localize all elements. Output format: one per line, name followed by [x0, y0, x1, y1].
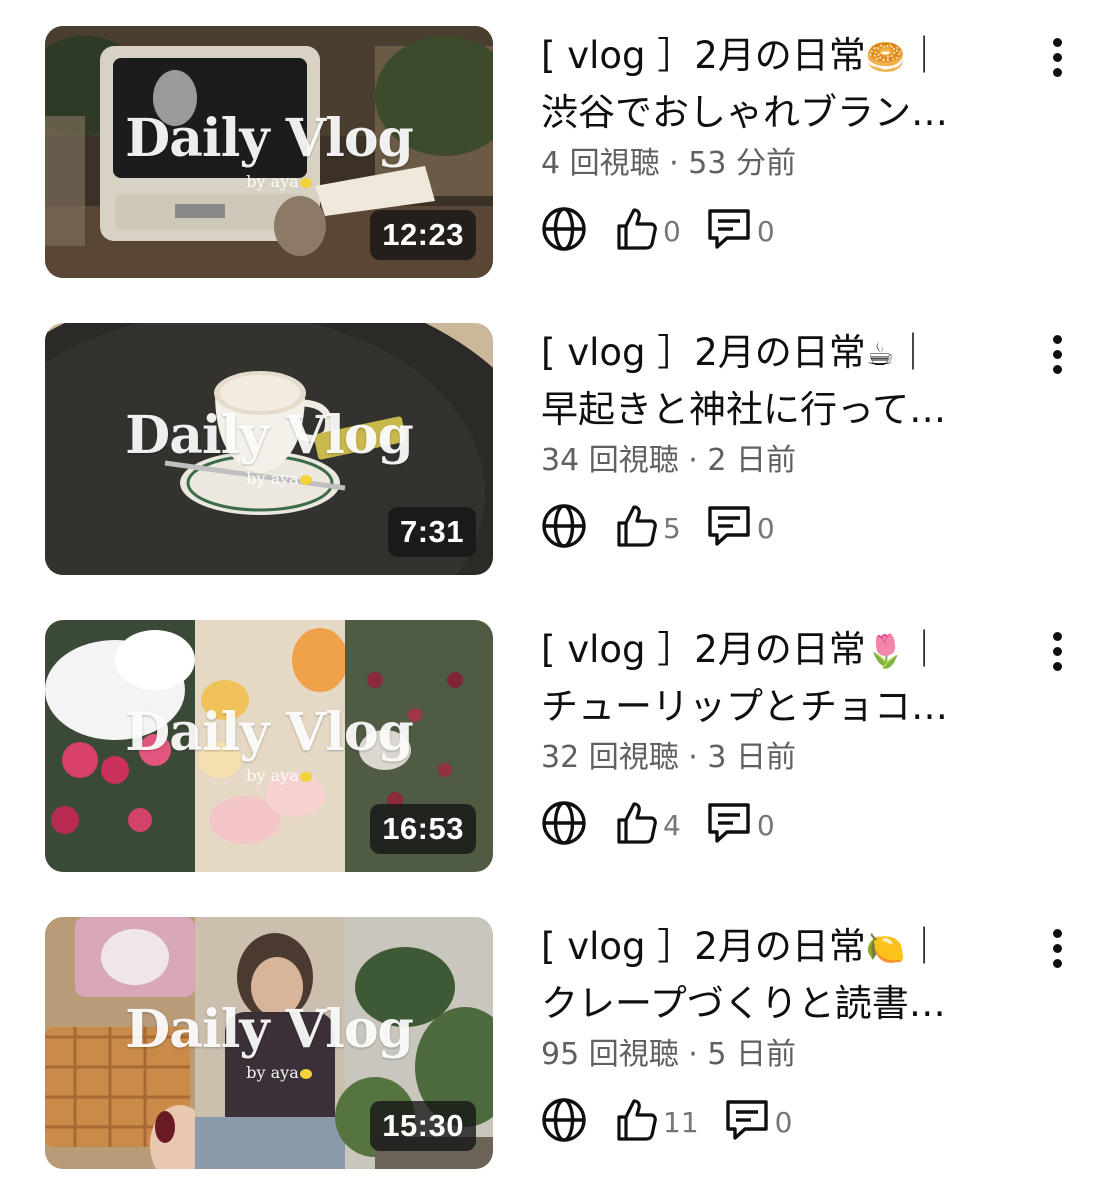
view-count: 95 回視聴: [541, 1037, 679, 1072]
kebab-menu-icon[interactable]: [1048, 632, 1066, 688]
like-count: 4: [663, 808, 681, 842]
title-line1: [ vlog ］2月の日常: [541, 925, 866, 968]
lemon-icon: [299, 475, 312, 485]
view-count: 4 回視聴: [541, 146, 660, 181]
title-line1: [ vlog ］2月の日常: [541, 34, 866, 77]
thumbnail-overlay-title: Daily Vlog: [125, 999, 414, 1060]
comment-count: 0: [774, 1105, 793, 1139]
video-meta: [ vlog ］2月の日常🌷｜ チューリップとチョコ… 32 回視聴 · 3 日…: [541, 622, 1011, 850]
comment-icon[interactable]: [705, 206, 753, 256]
title-line1: [ vlog ］2月の日常: [541, 628, 866, 671]
video-row[interactable]: Daily Vlog by aya 7:31 [ vlog ］2月の日常☕｜ 早…: [0, 323, 1102, 575]
duration-badge: 16:53: [370, 804, 476, 854]
globe-icon[interactable]: [541, 206, 587, 256]
lemon-icon: [299, 1069, 312, 1079]
like-count: 11: [663, 1105, 699, 1139]
overlay-sub-text: by aya: [246, 766, 299, 785]
upload-age: 5 日前: [707, 1037, 796, 1072]
title-line1: [ vlog ］2月の日常: [541, 331, 866, 374]
video-stats: 95 回視聴 · 5 日前: [541, 1035, 1011, 1075]
view-count: 34 回視聴: [541, 443, 679, 478]
thumbnail-overlay-subtitle: by aya: [45, 172, 493, 191]
video-stats: 4 回視聴 · 53 分前: [541, 144, 1011, 184]
video-thumbnail[interactable]: Daily Vlog by aya 12:23: [45, 26, 493, 278]
stat-separator: ·: [688, 740, 698, 775]
thumbnail-overlay-subtitle: by aya: [45, 1063, 493, 1082]
thumbnail-overlay-title: Daily Vlog: [125, 405, 414, 466]
comment-count: 0: [756, 511, 775, 545]
title-emoji: ☕: [865, 335, 895, 373]
video-row[interactable]: Daily Vlog by aya 12:23 [ vlog ］2月の日常🥯｜ …: [0, 26, 1102, 278]
comment-icon[interactable]: [723, 1097, 771, 1147]
thumbnail-overlay-subtitle: by aya: [45, 766, 493, 785]
like-count: 0: [663, 214, 681, 248]
title-separator: ｜: [905, 628, 943, 671]
video-actions: 0 0: [541, 206, 1011, 256]
thumbs-up-icon[interactable]: [615, 1097, 659, 1147]
title-emoji: 🌷: [865, 632, 906, 670]
duration-badge: 15:30: [370, 1101, 476, 1151]
video-actions: 5 0: [541, 503, 1011, 553]
title-line2: クレープづくりと読書…: [541, 982, 946, 1025]
title-separator: ｜: [894, 331, 932, 374]
kebab-menu-icon[interactable]: [1048, 38, 1066, 94]
thumbnail-overlay-subtitle: by aya: [45, 469, 493, 488]
video-meta: [ vlog ］2月の日常☕｜ 早起きと神社に行って… 34 回視聴 · 2 日…: [541, 325, 1011, 553]
lemon-icon: [299, 178, 312, 188]
title-emoji: 🥯: [865, 38, 906, 76]
kebab-menu-icon[interactable]: [1048, 929, 1066, 985]
globe-icon[interactable]: [541, 1097, 587, 1147]
globe-icon[interactable]: [541, 800, 587, 850]
video-title[interactable]: [ vlog ］2月の日常🍋｜ クレープづくりと読書…: [541, 919, 1011, 1032]
duration-badge: 7:31: [387, 507, 476, 557]
title-line2: 渋谷でおしゃれブラン…: [541, 91, 948, 134]
lemon-icon: [299, 772, 312, 782]
like-count: 5: [663, 511, 681, 545]
thumbs-up-icon[interactable]: [615, 800, 659, 850]
video-title[interactable]: [ vlog ］2月の日常☕｜ 早起きと神社に行って…: [541, 325, 1011, 438]
comment-count: 0: [756, 808, 775, 842]
thumbnail-overlay-title: Daily Vlog: [125, 702, 414, 763]
title-line2: 早起きと神社に行って…: [541, 388, 947, 431]
title-separator: ｜: [905, 34, 943, 77]
video-thumbnail[interactable]: Daily Vlog by aya 16:53: [45, 620, 493, 872]
duration-badge: 12:23: [370, 210, 476, 260]
comment-icon[interactable]: [705, 503, 753, 553]
overlay-sub-text: by aya: [246, 172, 299, 191]
upload-age: 2 日前: [707, 443, 796, 478]
kebab-menu-icon[interactable]: [1048, 335, 1066, 391]
video-list: Daily Vlog by aya 12:23 [ vlog ］2月の日常🥯｜ …: [0, 0, 1102, 1200]
view-count: 32 回視聴: [541, 740, 679, 775]
video-title[interactable]: [ vlog ］2月の日常🥯｜ 渋谷でおしゃれブラン…: [541, 28, 1011, 141]
stat-separator: ·: [688, 1037, 698, 1072]
globe-icon[interactable]: [541, 503, 587, 553]
video-meta: [ vlog ］2月の日常🍋｜ クレープづくりと読書… 95 回視聴 · 5 日…: [541, 919, 1011, 1147]
video-row[interactable]: Daily Vlog by aya 15:30 [ vlog ］2月の日常🍋｜ …: [0, 917, 1102, 1169]
video-thumbnail[interactable]: Daily Vlog by aya 15:30: [45, 917, 493, 1169]
comment-count: 0: [756, 214, 775, 248]
thumbs-up-icon[interactable]: [615, 206, 659, 256]
video-stats: 34 回視聴 · 2 日前: [541, 441, 1011, 481]
video-meta: [ vlog ］2月の日常🥯｜ 渋谷でおしゃれブラン… 4 回視聴 · 53 分…: [541, 28, 1011, 256]
video-actions: 11 0: [541, 1097, 1011, 1147]
overlay-sub-text: by aya: [246, 1063, 299, 1082]
video-title[interactable]: [ vlog ］2月の日常🌷｜ チューリップとチョコ…: [541, 622, 1011, 735]
stat-separator: ·: [669, 146, 679, 181]
video-row[interactable]: Daily Vlog by aya 16:53 [ vlog ］2月の日常🌷｜ …: [0, 620, 1102, 872]
title-emoji: 🍋: [865, 929, 906, 967]
thumbnail-overlay-title: Daily Vlog: [125, 108, 414, 169]
video-actions: 4 0: [541, 800, 1011, 850]
video-stats: 32 回視聴 · 3 日前: [541, 738, 1011, 778]
thumbs-up-icon[interactable]: [615, 503, 659, 553]
stat-separator: ·: [688, 443, 698, 478]
video-thumbnail[interactable]: Daily Vlog by aya 7:31: [45, 323, 493, 575]
upload-age: 3 日前: [707, 740, 796, 775]
title-separator: ｜: [905, 925, 943, 968]
title-line2: チューリップとチョコ…: [541, 685, 948, 728]
comment-icon[interactable]: [705, 800, 753, 850]
upload-age: 53 分前: [688, 146, 796, 181]
overlay-sub-text: by aya: [246, 469, 299, 488]
